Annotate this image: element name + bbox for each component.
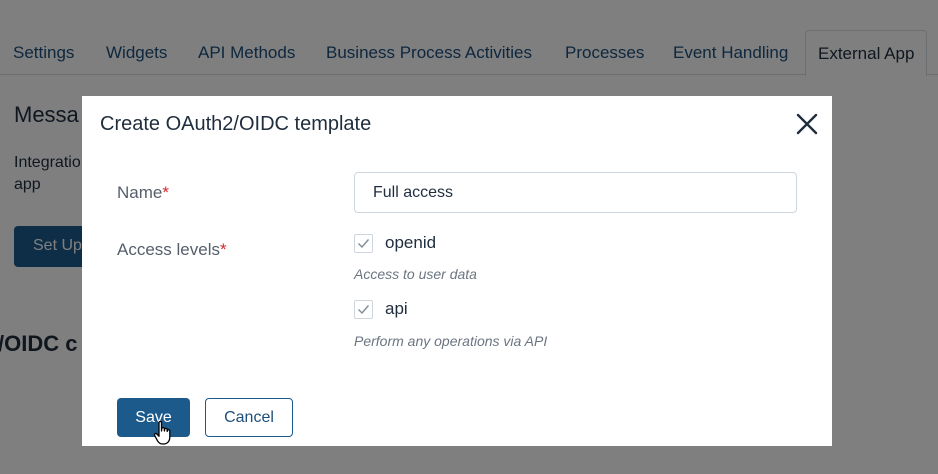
hand-pointer-icon [153,420,171,445]
api-hint: Perform any operations via API [354,333,548,349]
name-label: Name* [117,183,169,202]
access-levels-label: Access levels* [117,240,227,259]
cancel-button[interactable]: Cancel [205,398,293,437]
close-icon[interactable] [795,112,819,136]
name-input[interactable] [354,172,797,213]
openid-checkbox[interactable] [354,233,373,253]
api-checkbox[interactable] [354,299,373,319]
scope-openid-row: openid [354,233,436,253]
check-icon [358,238,370,248]
required-mark: * [162,183,169,202]
required-mark: * [219,240,227,259]
create-template-modal: Create OAuth2/OIDC template Name* Access… [82,96,832,446]
check-icon [358,304,370,314]
api-label: api [385,299,408,318]
scope-api-row: api [354,299,408,319]
openid-label: openid [385,233,437,252]
modal-title: Create OAuth2/OIDC template [100,113,372,135]
openid-hint: Access to user data [354,266,477,282]
